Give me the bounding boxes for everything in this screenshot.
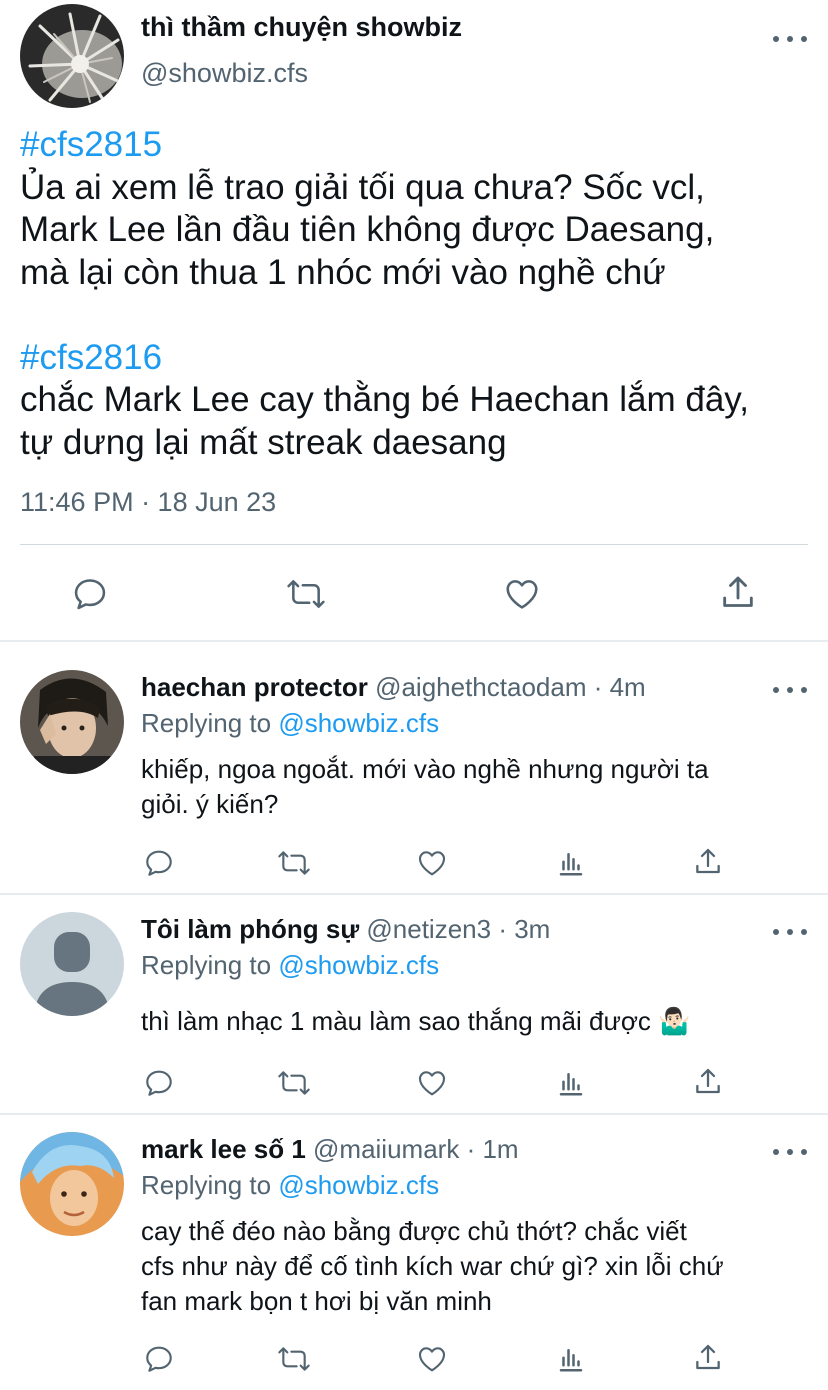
tweet-text: #cfs2815 Ủa ai xem lễ trao giải tối qua … bbox=[20, 124, 820, 464]
hashtag-link[interactable]: #cfs2816 bbox=[20, 337, 820, 380]
share-icon[interactable] bbox=[690, 1064, 726, 1100]
reply-handle[interactable]: @maiiumark bbox=[313, 1134, 459, 1164]
more-icon[interactable] bbox=[773, 927, 807, 937]
tweet-timestamp[interactable]: 11:46 PM · 18 Jun 23 bbox=[20, 487, 276, 518]
replying-to-label: Replying to bbox=[141, 950, 272, 980]
analytics-icon[interactable] bbox=[554, 1342, 588, 1376]
replying-to-link[interactable]: @showbiz.cfs bbox=[278, 950, 439, 980]
replying-to-link[interactable]: @showbiz.cfs bbox=[278, 708, 439, 738]
like-icon[interactable] bbox=[414, 1066, 450, 1100]
divider bbox=[20, 544, 808, 545]
reply-text: thì làm nhạc 1 màu làm sao thắng mãi đượ… bbox=[141, 1006, 691, 1036]
section-separator bbox=[0, 640, 828, 642]
main-avatar[interactable] bbox=[20, 4, 124, 108]
reply-icon[interactable] bbox=[142, 1066, 176, 1100]
reply-header: mark lee số 1 @maiiumark · 1m bbox=[141, 1134, 519, 1165]
replying-to-link[interactable]: @showbiz.cfs bbox=[278, 1170, 439, 1200]
reply-display-name[interactable]: Tôi làm phóng sự bbox=[141, 914, 359, 944]
retweet-icon[interactable] bbox=[276, 846, 312, 880]
more-icon[interactable] bbox=[773, 685, 807, 695]
like-icon[interactable] bbox=[414, 1342, 450, 1376]
default-avatar-icon[interactable] bbox=[20, 912, 124, 1016]
tweet-paragraph: chắc Mark Lee cay thằng bé Haechan lắm đ… bbox=[20, 380, 749, 462]
tweet-paragraph: Ủa ai xem lễ trao giải tối qua chưa? Sốc… bbox=[20, 167, 715, 292]
retweet-icon[interactable] bbox=[276, 1066, 312, 1100]
more-icon[interactable] bbox=[773, 34, 807, 44]
reply-text: khiếp, ngoa ngoắt. mới vào nghề nhưng ng… bbox=[141, 754, 709, 819]
reply-header: Tôi làm phóng sự @netizen3 · 3m bbox=[141, 914, 550, 945]
more-icon[interactable] bbox=[773, 1147, 807, 1157]
reply-display-name[interactable]: haechan protector bbox=[141, 672, 368, 702]
analytics-icon[interactable] bbox=[554, 846, 588, 880]
main-tweet: thì thầm chuyện showbiz @showbiz.cfs #cf… bbox=[0, 0, 828, 640]
reply-icon[interactable] bbox=[142, 1342, 176, 1376]
replying-to: Replying to @showbiz.cfs bbox=[141, 708, 439, 739]
reply-header: haechan protector @aighethctaodam · 4m bbox=[141, 672, 646, 703]
reply-tweet: mark lee số 1 @maiiumark · 1m Replying t… bbox=[0, 1132, 828, 1390]
reply-handle[interactable]: @netizen3 bbox=[366, 914, 491, 944]
reply-text: cay thế đéo nào bằng được chủ thớt? chắc… bbox=[141, 1216, 724, 1316]
analytics-icon[interactable] bbox=[554, 1066, 588, 1100]
section-separator bbox=[0, 893, 828, 895]
reply-tweet: haechan protector @aighethctaodam · 4m R… bbox=[0, 670, 828, 892]
replying-to: Replying to @showbiz.cfs bbox=[141, 950, 439, 981]
reply-icon[interactable] bbox=[142, 846, 176, 880]
reply-display-name[interactable]: mark lee số 1 bbox=[141, 1134, 306, 1164]
reply-icon[interactable] bbox=[70, 574, 110, 614]
reply-time[interactable]: · 3m bbox=[498, 914, 550, 944]
like-icon[interactable] bbox=[414, 846, 450, 880]
replying-to: Replying to @showbiz.cfs bbox=[141, 1170, 439, 1201]
reply-handle[interactable]: @aighethctaodam bbox=[375, 672, 586, 702]
like-icon[interactable] bbox=[500, 574, 544, 614]
share-icon[interactable] bbox=[716, 572, 760, 614]
share-icon[interactable] bbox=[690, 1340, 726, 1376]
share-icon[interactable] bbox=[690, 844, 726, 880]
reply-tweet: Tôi làm phóng sự @netizen3 · 3m Replying… bbox=[0, 912, 828, 1112]
avatar[interactable] bbox=[20, 1132, 124, 1236]
main-display-name[interactable]: thì thầm chuyện showbiz bbox=[141, 12, 462, 43]
section-separator bbox=[0, 1113, 828, 1115]
avatar[interactable] bbox=[20, 670, 124, 774]
reply-time[interactable]: · 4m bbox=[594, 672, 646, 702]
replying-to-label: Replying to bbox=[141, 708, 272, 738]
hashtag-link[interactable]: #cfs2815 bbox=[20, 124, 820, 167]
main-handle[interactable]: @showbiz.cfs bbox=[141, 58, 308, 89]
reply-time[interactable]: · 1m bbox=[467, 1134, 519, 1164]
retweet-icon[interactable] bbox=[276, 1342, 312, 1376]
retweet-icon[interactable] bbox=[284, 574, 328, 614]
replying-to-label: Replying to bbox=[141, 1170, 272, 1200]
